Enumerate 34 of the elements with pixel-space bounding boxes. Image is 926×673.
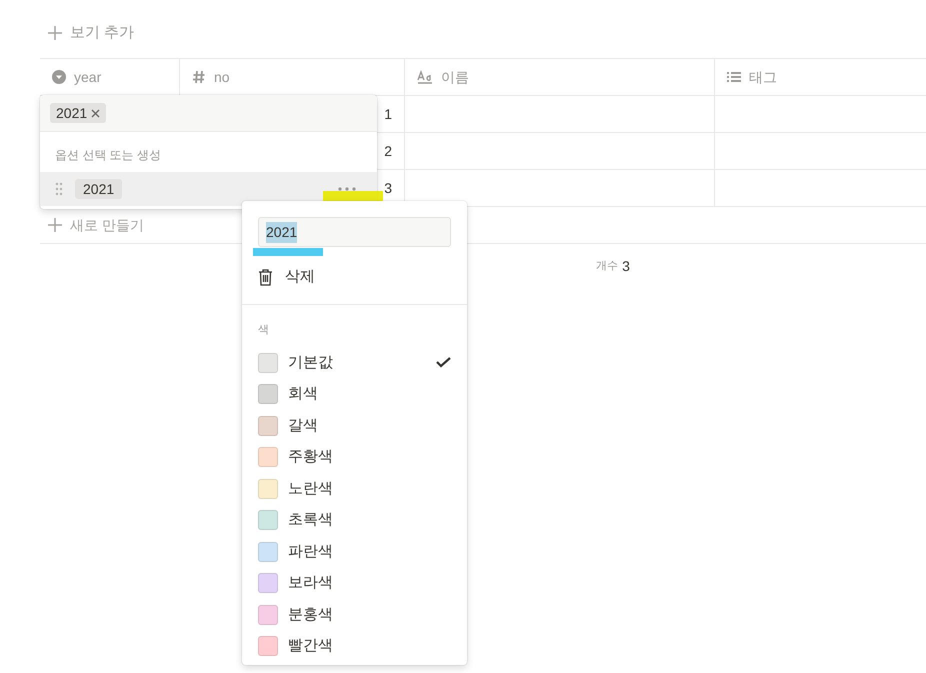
color-option[interactable]: 갈색 <box>242 410 467 442</box>
highlight-mark <box>253 248 323 256</box>
number-cell-text: 3 <box>384 178 392 198</box>
color-heading: 색 <box>258 324 269 336</box>
color-option[interactable]: 초록색 <box>242 504 467 536</box>
option-name-field[interactable]: 2021 <box>258 217 451 247</box>
count-value: 3 <box>622 257 630 276</box>
chosen-options-field[interactable]: 2021 <box>40 95 377 132</box>
text-type-icon <box>417 70 433 84</box>
remove-icon[interactable] <box>91 108 100 118</box>
count-label: 개수 <box>596 259 618 274</box>
number-cell-text: 1 <box>384 104 392 124</box>
color-option[interactable]: 회색 <box>242 378 467 410</box>
color-option[interactable]: 빨간색 <box>242 630 467 662</box>
more-icon[interactable] <box>338 187 356 191</box>
color-option[interactable]: 분홍색 <box>242 599 467 630</box>
check-icon <box>436 357 451 368</box>
dropdown-circle-icon <box>52 70 66 84</box>
option-tag: 2021 <box>50 103 106 123</box>
drag-handle-icon[interactable] <box>55 182 63 196</box>
color-option[interactable]: 보라색 <box>242 568 467 599</box>
plus-icon <box>48 26 62 40</box>
delete-button[interactable]: 삭제 <box>242 261 467 293</box>
plus-icon <box>48 218 62 232</box>
options-hint: 옵션 선택 또는 생성 <box>55 147 162 164</box>
list-icon <box>727 71 741 83</box>
color-option[interactable]: 기본값 <box>242 347 467 378</box>
color-option[interactable]: 주황색 <box>242 442 467 473</box>
option-tag: 2021 <box>75 179 122 199</box>
hash-icon <box>192 70 206 84</box>
color-option[interactable]: 파란색 <box>242 536 467 568</box>
trash-icon <box>258 268 273 286</box>
number-cell-text: 2 <box>384 142 392 160</box>
color-option[interactable]: 노란색 <box>242 473 467 504</box>
